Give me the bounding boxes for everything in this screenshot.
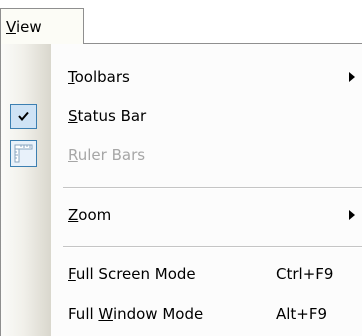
view-menu-screenshot: View Toolbars Status Bar Ruler Bars Zoom…	[0, 0, 362, 336]
menu-item-zoom-label: Zoom	[68, 206, 112, 224]
menu-separator	[63, 246, 362, 248]
menu-item-full-screen-mode-shortcut: Ctrl+F9	[276, 265, 334, 283]
view-dropdown-menu: Toolbars Status Bar Ruler Bars Zoom Full…	[0, 43, 362, 336]
ruler-icon	[10, 140, 37, 167]
menu-item-full-window-mode-shortcut: Alt+F9	[276, 305, 328, 323]
menu-item-full-screen-mode-label: Full Screen Mode	[68, 265, 196, 283]
menu-item-toolbars-label: Toolbars	[68, 68, 130, 86]
chevron-right-icon	[349, 72, 355, 82]
menu-item-full-window-mode[interactable]: Full Window Mode Alt+F9	[1, 296, 362, 332]
check-icon	[10, 104, 37, 129]
menu-item-toolbars[interactable]: Toolbars	[1, 59, 362, 95]
chevron-right-icon	[349, 210, 355, 220]
menu-item-zoom[interactable]: Zoom	[1, 197, 362, 233]
menu-item-full-screen-mode[interactable]: Full Screen Mode Ctrl+F9	[1, 256, 362, 292]
menu-separator	[63, 187, 362, 189]
menu-item-ruler-bars-label: Ruler Bars	[68, 146, 146, 164]
menu-item-ruler-bars[interactable]: Ruler Bars	[1, 137, 362, 173]
menu-bar-view[interactable]: View	[0, 8, 84, 44]
menu-bar-view-label: View	[6, 18, 42, 36]
menu-item-full-window-mode-label: Full Window Mode	[68, 305, 204, 323]
menu-item-status-bar-label: Status Bar	[68, 107, 147, 125]
menu-item-status-bar[interactable]: Status Bar	[1, 98, 362, 134]
